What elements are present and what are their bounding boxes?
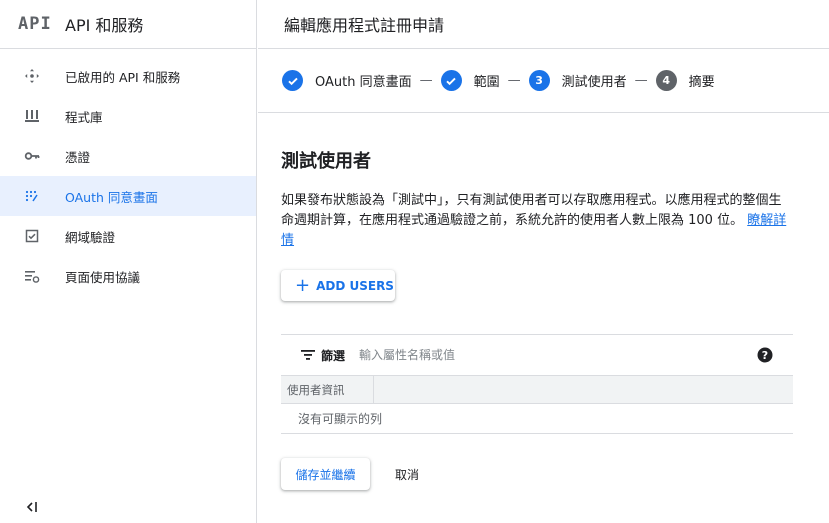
filter-input[interactable] [359,348,720,362]
filter-label: 篩選 [321,348,346,363]
section-description: 如果發布狀態設為「測試中」，只有測試使用者可以存取應用程式。以應用程式的整個生命… [281,191,793,251]
diamond-arrows-icon [24,68,40,84]
add-users-button[interactable]: + ADD USERS [281,270,395,301]
sidebar-item-label: 憑證 [65,149,91,165]
checkbox-icon [24,228,40,244]
step-number: 4 [655,70,677,91]
column-header-user-info[interactable]: 使用者資訊 [281,376,374,403]
step-label: OAuth 同意畫面 [315,75,412,90]
sidebar-item-oauth-consent[interactable]: OAuth 同意畫面 [0,176,256,216]
dots-grid-icon [24,188,40,204]
sidebar-item-label: OAuth 同意畫面 [65,189,158,205]
description-text: 如果發布狀態設為「測試中」，只有測試使用者可以存取應用程式。以應用程式的整個生命… [281,193,782,228]
page-title: 編輯應用程式註冊申請 [258,0,829,49]
step-number: 3 [528,70,550,91]
filter-icon [301,346,315,365]
step-scopes[interactable]: 範圍 [440,70,500,91]
content: 測試使用者 如果發布狀態設為「測試中」，只有測試使用者可以存取應用程式。以應用程… [258,147,829,490]
sidebar-header: API API 和服務 [0,0,256,49]
sidebar-item-credentials[interactable]: 憑證 [0,136,256,176]
api-logo: API [18,14,52,34]
sidebar-item-enabled-apis[interactable]: 已啟用的 API 和服務 [0,56,256,96]
table-header-row: 使用者資訊 [281,376,793,404]
save-and-continue-button[interactable]: 儲存並繼續 [281,458,370,490]
library-icon [24,108,40,124]
svg-text:?: ? [762,349,768,362]
step-label: 範圍 [473,75,500,90]
sidebar-item-domain-verification[interactable]: 網域驗證 [0,216,256,256]
help-icon[interactable]: ? [757,347,773,363]
step-oauth-consent[interactable]: OAuth 同意畫面 [282,70,412,91]
filter-bar: 篩選 ? [281,335,793,376]
step-label: 摘要 [688,75,715,90]
empty-table-message: 沒有可顯示的列 [281,404,793,434]
sidebar-item-label: 網域驗證 [65,229,116,245]
form-actions: 儲存並繼續 取消 [281,458,829,490]
check-icon [282,70,303,91]
sidebar-title: API 和服務 [65,16,144,35]
step-label: 測試使用者 [561,75,627,90]
main-panel: 編輯應用程式註冊申請 OAuth 同意畫面 — 範圍 — 3 測試使用者 — 4… [258,0,829,523]
sidebar-item-page-usage-agreements[interactable]: 頁面使用協議 [0,256,256,296]
sidebar-item-label: 程式庫 [65,109,103,125]
stepper: OAuth 同意畫面 — 範圍 — 3 測試使用者 — 4 摘要 [258,49,829,113]
step-separator: — [419,73,433,88]
cancel-button[interactable]: 取消 [395,466,419,483]
settings-list-icon [24,268,40,284]
step-separator: — [507,73,521,88]
step-test-users[interactable]: 3 測試使用者 [528,70,627,91]
sidebar-item-library[interactable]: 程式庫 [0,96,256,136]
key-icon [24,148,40,164]
step-separator: — [634,73,648,88]
sidebar-nav: 已啟用的 API 和服務 程式庫 憑證 OAuth 同意畫面 網域驗證 頁面使用… [0,49,256,296]
sidebar-item-label: 已啟用的 API 和服務 [65,69,181,85]
step-summary[interactable]: 4 摘要 [655,70,715,91]
test-users-table: 篩選 ? 使用者資訊 沒有可顯示的列 [281,334,793,434]
sidebar-item-label: 頁面使用協議 [65,269,141,285]
add-users-label: ADD USERS [316,278,394,293]
collapse-left-icon[interactable] [24,499,40,515]
section-title: 測試使用者 [281,151,371,172]
check-icon [440,70,462,91]
sidebar: API API 和服務 已啟用的 API 和服務 程式庫 憑證 OAuth 同意… [0,0,257,523]
plus-icon: + [295,274,311,296]
